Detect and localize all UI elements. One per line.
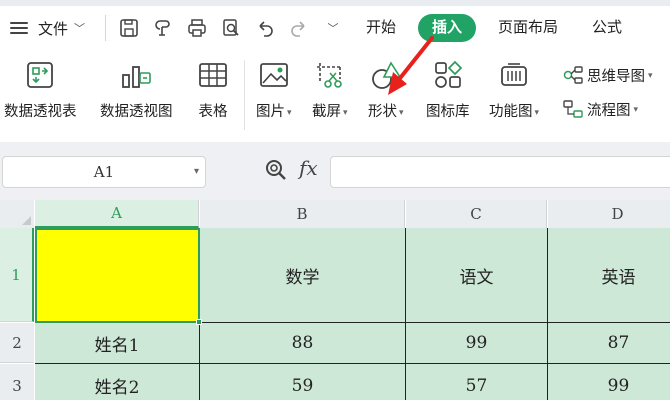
row-header-2[interactable]: 2 (0, 323, 34, 363)
pivot-table-button[interactable]: 数据透视表 (4, 58, 77, 121)
chevron-down-icon[interactable]: ▾ (194, 166, 199, 177)
cell-b1[interactable]: 数学 (200, 228, 406, 323)
cell-d2[interactable]: 87 (548, 323, 670, 364)
cell-a2[interactable]: 姓名1 (35, 323, 200, 364)
zoom-icon[interactable] (264, 158, 288, 182)
table-label: 表格 (198, 104, 228, 120)
name-box[interactable]: A1 ▾ (2, 156, 206, 188)
table-icon (196, 58, 230, 92)
ribbon-tabs: 开始 插入 页面布局 公式 (352, 6, 636, 50)
cell-b2[interactable]: 88 (200, 323, 406, 364)
ribbon-divider (244, 60, 245, 130)
cell-c1[interactable]: 语文 (406, 228, 548, 323)
chevron-down-icon[interactable]: ﹀ (74, 20, 85, 36)
icon-library-button[interactable]: 图标库 (426, 58, 470, 121)
mind-map-button[interactable]: 思维导图 ▾ (562, 64, 653, 86)
column-header-a[interactable]: A (35, 200, 199, 228)
mind-map-label: 思维导图 (587, 68, 645, 85)
hamburger-icon[interactable] (10, 21, 30, 35)
screenshot-button[interactable]: 截屏 ▾ (312, 58, 348, 121)
icon-library-icon (431, 58, 465, 92)
print-preview-icon[interactable] (220, 17, 242, 39)
tab-insert[interactable]: 插入 (418, 14, 477, 42)
undo-icon[interactable] (254, 17, 276, 39)
column-header-b[interactable]: B (200, 200, 405, 228)
cell-b3[interactable]: 59 (200, 364, 406, 400)
mind-map-icon (563, 66, 583, 84)
picture-label: 图片 ▾ (256, 104, 292, 120)
redo-icon[interactable] (288, 17, 310, 39)
print-icon[interactable] (186, 17, 208, 39)
chevron-down-icon[interactable]: ﹀ (322, 17, 344, 39)
pivot-chart-label: 数据透视图 (100, 104, 173, 120)
scissors-icon (313, 58, 347, 92)
cell-d3[interactable]: 99 (548, 364, 670, 400)
shape-button[interactable]: 形状 ▾ (368, 58, 404, 121)
formula-input[interactable] (330, 156, 670, 188)
picture-button[interactable]: 图片 ▾ (256, 58, 292, 121)
fill-handle[interactable] (196, 319, 202, 325)
divider (105, 15, 107, 41)
row-header-3[interactable]: 3 (0, 364, 34, 400)
tab-page-layout[interactable]: 页面布局 (484, 14, 572, 42)
pivot-chart-button[interactable]: 数据透视图 (100, 58, 173, 121)
column-header-d[interactable]: D (548, 200, 670, 228)
pivot-table-label: 数据透视表 (4, 104, 77, 120)
menu-bar: 文件 ﹀ ﹀ 开始 插入 页面布局 公式 (0, 6, 670, 50)
function-fx-icon[interactable]: fx (299, 156, 318, 180)
row-header-1[interactable]: 1 (0, 228, 34, 322)
cell-d1[interactable]: 英语 (548, 228, 670, 323)
column-header-c[interactable]: C (406, 200, 547, 228)
table-button[interactable]: 表格 (196, 58, 230, 121)
file-menu-label[interactable]: 文件 (38, 18, 68, 39)
spreadsheet-grid: A B C D 1 2 3 数学 语文 英语 姓名1 88 99 87 姓名2 … (0, 200, 670, 400)
icon-library-label: 图标库 (426, 104, 470, 120)
pivot-table-icon (23, 58, 57, 92)
screenshot-label: 截屏 ▾ (312, 104, 348, 120)
tab-formulas[interactable]: 公式 (578, 14, 636, 42)
save-icon[interactable] (118, 17, 140, 39)
select-all-corner[interactable] (0, 200, 34, 228)
function-chart-label: 功能图 ▾ (489, 104, 540, 120)
tab-home[interactable]: 开始 (352, 14, 410, 42)
cell-c2[interactable]: 99 (406, 323, 548, 364)
quick-access-toolbar: ﹀ (114, 17, 344, 39)
file-menu[interactable]: 文件 ﹀ (0, 6, 97, 50)
flowchart-icon (563, 100, 583, 118)
flowchart-button[interactable]: 流程图 ▾ (562, 98, 638, 120)
pivot-chart-icon (119, 58, 153, 92)
cell-a1[interactable] (35, 228, 200, 323)
function-chart-icon (497, 58, 531, 92)
shape-icon (369, 58, 403, 92)
function-chart-button[interactable]: 功能图 ▾ (489, 58, 539, 121)
shape-label: 形状 ▾ (368, 104, 404, 120)
flowchart-label: 流程图 (587, 102, 631, 119)
format-painter-icon[interactable] (152, 17, 174, 39)
cell-c3[interactable]: 57 (406, 364, 548, 400)
picture-icon (257, 58, 291, 92)
ribbon-insert: 数据透视表 数据透视图 表格 图片 ▾ 截屏 ▾ 形状 ▾ 图标库 功能图 ▾ … (0, 50, 670, 142)
formula-bar: A1 ▾ fx (0, 142, 670, 200)
cell-a3[interactable]: 姓名2 (35, 364, 200, 400)
name-box-value: A1 (93, 163, 115, 181)
